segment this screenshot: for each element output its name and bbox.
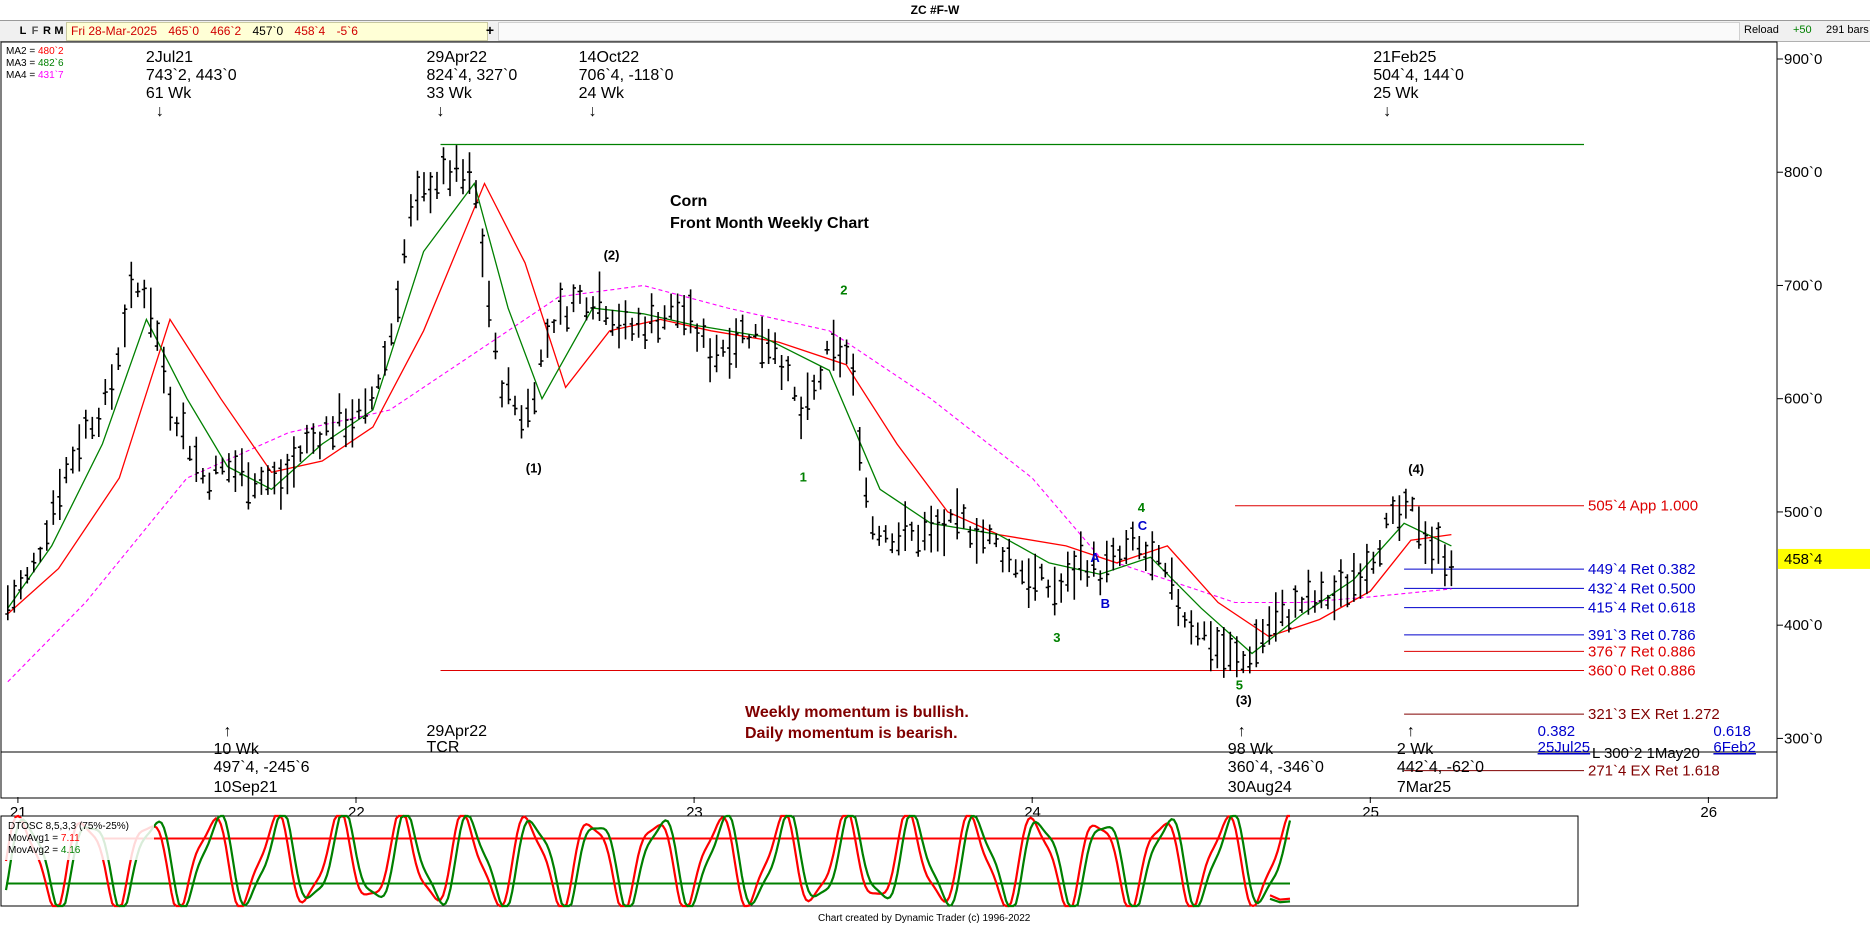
swing-label-bottom: 442`4, -62`0 xyxy=(1397,759,1484,776)
swing-label-top: 504`4, 144`0 xyxy=(1373,67,1464,84)
oscillator-mavg2-value: 4.16 xyxy=(58,845,81,856)
swing-label-top: 824`4, 327`0 xyxy=(427,67,518,84)
price-panel xyxy=(0,41,1778,799)
chart-canvas[interactable]: 900`0800`0700`0600`0500`0400`0300`021 22 2… xyxy=(0,0,1870,926)
swing-label-bottom: 29Apr22 xyxy=(427,723,488,740)
level-label: 376`7 Ret 0.886 xyxy=(1588,643,1696,660)
ma-legend-label: MA2 = 480`2 xyxy=(6,45,64,57)
momentum-annotation-daily: Daily momentum is bearish. xyxy=(745,725,958,742)
swing-label-bottom: ↑ xyxy=(224,723,232,740)
wave-label: 5 xyxy=(1236,678,1243,693)
swing-label-bottom: ↑ xyxy=(1407,723,1415,740)
level-label: 360`0 Ret 0.886 xyxy=(1588,662,1696,679)
swing-label-bottom: 98 Wk xyxy=(1228,741,1274,758)
swing-label-top: 25 Wk xyxy=(1373,85,1419,102)
swing-label-top: 33 Wk xyxy=(427,85,473,102)
swing-label-bottom: ↑ xyxy=(1238,723,1246,740)
oscillator-title: DTOSC 8,5,3,3 (75%-25%) xyxy=(8,821,129,832)
wave-label: C xyxy=(1138,518,1148,533)
y-tick-label: 300`0 xyxy=(1784,730,1822,747)
y-tick-label: 800`0 xyxy=(1784,164,1822,181)
wave-label: 1 xyxy=(800,469,807,484)
ma-legend: MA2 = 480`2MA3 = 482`6MA4 = 431`7 xyxy=(6,45,64,81)
time-target-ratio: 0.382 xyxy=(1538,723,1576,740)
y-tick-label: 900`0 xyxy=(1784,51,1822,68)
swing-label-bottom: 10Sep21 xyxy=(214,779,278,796)
level-label: 432`4 Ret 0.500 xyxy=(1588,580,1696,597)
ma-legend-label: MA3 = 482`6 xyxy=(6,57,64,69)
swing-label-bottom: 7Mar25 xyxy=(1397,779,1451,796)
swing-label-top: ↓ xyxy=(1383,103,1391,120)
y-tick-label: 400`0 xyxy=(1784,617,1822,634)
level-label: 505`4 App 1.000 xyxy=(1588,498,1698,515)
swing-label-top: ↓ xyxy=(589,103,597,120)
chart-subtitle: Front Month Weekly Chart xyxy=(670,215,869,232)
wave-label: 4 xyxy=(1138,500,1146,515)
time-target-date: 25Jul25 xyxy=(1538,739,1591,756)
wave-label: B xyxy=(1101,596,1110,611)
wave-label: (2) xyxy=(604,247,620,262)
wave-label: 3 xyxy=(1053,630,1060,645)
swing-label-top: 743`2, 443`0 xyxy=(146,67,237,84)
y-tick-label: 500`0 xyxy=(1784,504,1822,521)
oscillator-mavg2: MovAvg2 = 4.16 xyxy=(8,845,81,856)
swing-label-top: ↓ xyxy=(437,103,445,120)
swing-label-bottom: TCR xyxy=(427,739,460,756)
swing-label-top: 706`4, -118`0 xyxy=(579,67,674,84)
ma-legend-value: 482`6 xyxy=(35,57,64,69)
momentum-annotation-weekly: Weekly momentum is bullish. xyxy=(745,704,969,721)
swing-label-bottom: 2 Wk xyxy=(1397,741,1434,758)
wave-label: (3) xyxy=(1236,692,1252,707)
oscillator-mavg1-value: 7.11 xyxy=(58,833,80,844)
swing-label-top: 24 Wk xyxy=(579,85,625,102)
time-target-date: 6Feb2 xyxy=(1713,739,1756,756)
y-tick-label: 600`0 xyxy=(1784,391,1822,408)
level-label: 415`4 Ret 0.618 xyxy=(1588,600,1696,617)
swing-label-bottom: 497`4, -245`6 xyxy=(214,759,310,776)
swing-label-bottom: 10 Wk xyxy=(214,741,260,758)
level-label: 449`4 Ret 0.382 xyxy=(1588,561,1696,578)
swing-label-bottom: 30Aug24 xyxy=(1228,779,1292,796)
swing-label-top: ↓ xyxy=(156,103,164,120)
wave-label: 2 xyxy=(840,283,847,298)
level-label: 321`3 EX Ret 1.272 xyxy=(1588,706,1720,723)
swing-label-top: 2Jul21 xyxy=(146,49,193,66)
ma-legend-value: 480`2 xyxy=(35,45,64,57)
swing-label-top: 14Oct22 xyxy=(579,49,640,66)
x-tick-label: 26 xyxy=(1700,804,1717,821)
ma-legend-value: 431`7 xyxy=(35,69,64,81)
time-target-ratio: 0.618 xyxy=(1713,723,1751,740)
last-price-label: 458`4 xyxy=(1784,551,1822,568)
swing-label-top: 21Feb25 xyxy=(1373,49,1436,66)
swing-label-top: 29Apr22 xyxy=(427,49,488,66)
wave-label: A xyxy=(1090,550,1100,565)
level-label: 391`3 Ret 0.786 xyxy=(1588,627,1696,644)
oscillator-mavg1: MovAvg1 = 7.11 xyxy=(8,833,80,844)
wave-label: (1) xyxy=(526,460,542,475)
swing-label-bottom: 360`4, -346`0 xyxy=(1228,759,1324,776)
ma-legend-label: MA4 = 431`7 xyxy=(6,69,64,81)
chart-title: Corn xyxy=(670,193,707,210)
footer-credit: Chart created by Dynamic Trader (c) 1996… xyxy=(818,913,1031,924)
y-tick-label: 700`0 xyxy=(1784,277,1822,294)
swing-label-top: 61 Wk xyxy=(146,85,192,102)
level-label: 271`4 EX Ret 1.618 xyxy=(1588,763,1720,780)
lower-level-label: L 300`2 1May20 xyxy=(1592,745,1700,762)
wave-label: (4) xyxy=(1408,461,1424,476)
